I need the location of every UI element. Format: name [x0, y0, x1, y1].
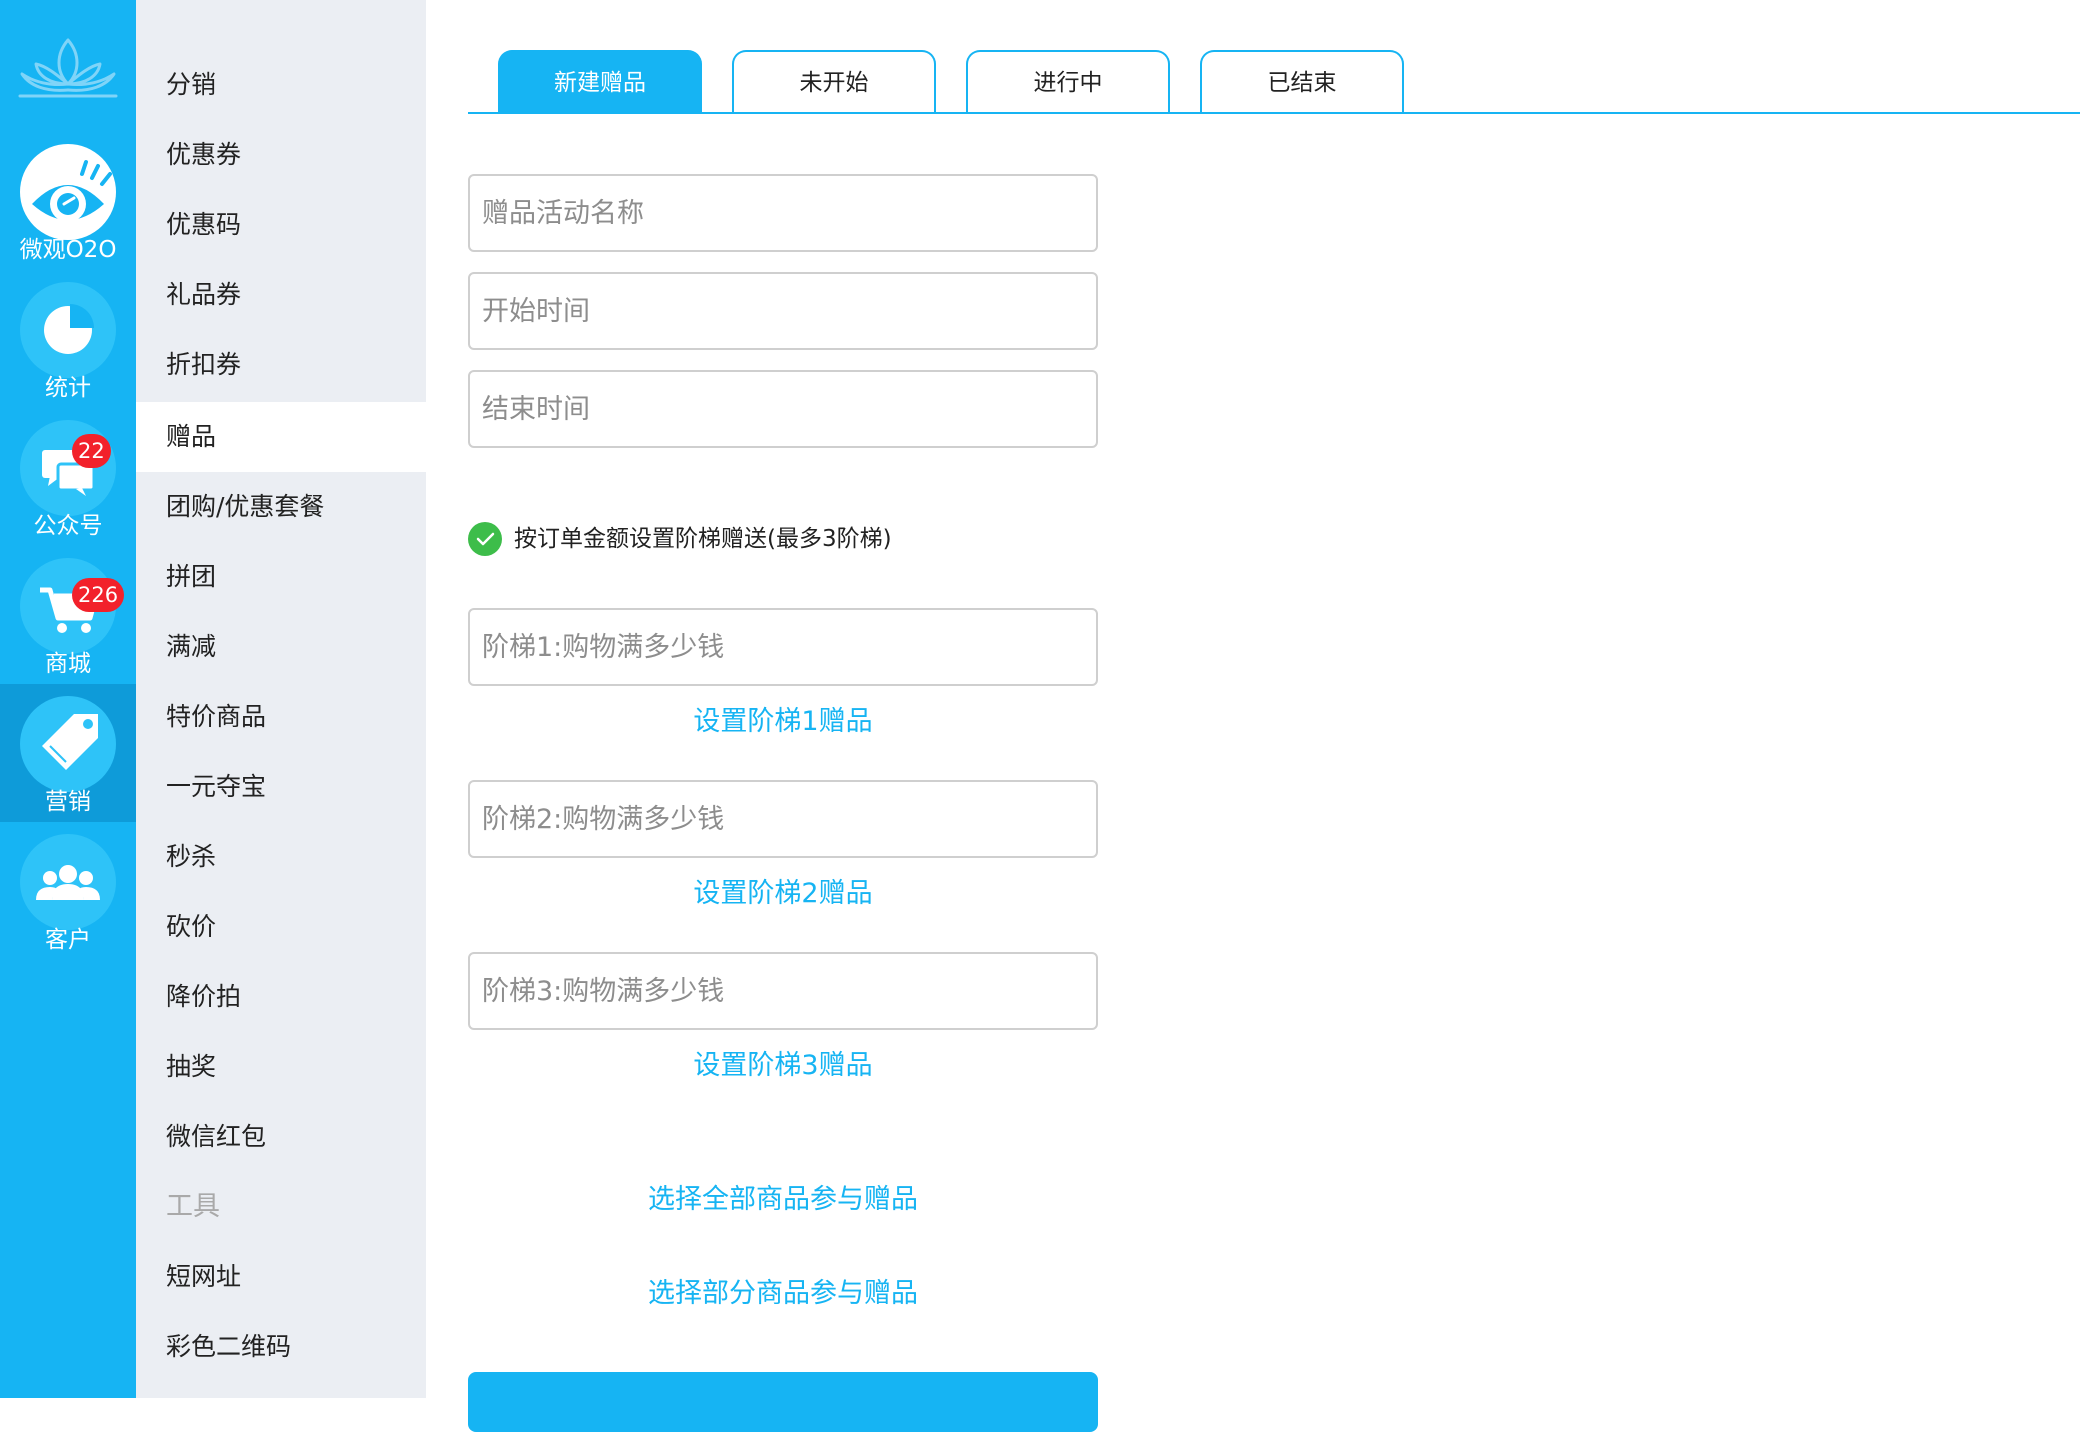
menu-group-tools: 工具	[166, 1191, 220, 1222]
rail-label: 营销	[45, 789, 91, 815]
menu-item-discount[interactable]: 折扣券	[136, 330, 426, 400]
menu-item-one-yuan[interactable]: 一元夺宝	[136, 752, 426, 822]
menu-item-lottery[interactable]: 抽奖	[136, 1032, 426, 1102]
menu-item-full-reduction[interactable]: 满减	[136, 612, 426, 682]
rail-item-official-account[interactable]: 22 公众号	[0, 408, 136, 546]
menu-item-giveaway[interactable]: 赠品	[136, 402, 426, 472]
menu-item-color-qrcode[interactable]: 彩色二维码	[136, 1312, 426, 1382]
menu-item-flash-sale[interactable]: 秒杀	[136, 822, 426, 892]
tier-checkbox[interactable]	[468, 522, 502, 556]
set-tier-2-gift-link[interactable]: 设置阶梯2赠品	[468, 874, 1098, 914]
pie-chart-icon	[20, 282, 116, 378]
menu-item-coupon[interactable]: 优惠券	[136, 120, 426, 190]
rail-item-shop[interactable]: 226 商城	[0, 546, 136, 684]
primary-nav-rail: 微观O2O 统计 22 公众号 226 商城 营销 客户	[0, 0, 136, 1398]
menu-item-coupon-code[interactable]: 优惠码	[136, 190, 426, 260]
tab-new-giveaway[interactable]: 新建赠品	[498, 50, 702, 113]
menu-item-red-packet[interactable]: 微信红包	[136, 1102, 426, 1172]
tier-3-amount-input[interactable]	[468, 952, 1098, 1030]
rail-item-customers[interactable]: 客户	[0, 822, 136, 960]
menu-item-short-url[interactable]: 短网址	[136, 1242, 426, 1312]
tab-in-progress[interactable]: 进行中	[966, 50, 1170, 113]
users-icon	[20, 834, 116, 930]
eye-icon	[20, 144, 116, 240]
set-tier-1-gift-link[interactable]: 设置阶梯1赠品	[468, 702, 1098, 742]
rail-item-o2o[interactable]: 微观O2O	[0, 132, 136, 270]
rail-label: 公众号	[33, 513, 103, 539]
order-badge: 226	[72, 578, 125, 612]
start-time-input[interactable]	[468, 272, 1098, 350]
menu-item-pintuan[interactable]: 拼团	[136, 542, 426, 612]
rail-label: 微观O2O	[19, 237, 117, 263]
tier-1-amount-input[interactable]	[468, 608, 1098, 686]
rail-item-marketing[interactable]: 营销	[0, 684, 136, 822]
chat-bubbles-icon	[20, 420, 116, 516]
lotus-logo-icon	[18, 38, 118, 98]
menu-item-bargain[interactable]: 砍价	[136, 892, 426, 962]
rail-label: 商城	[45, 651, 91, 677]
menu-item-distribution[interactable]: 分销	[136, 50, 426, 120]
end-time-input[interactable]	[468, 370, 1098, 448]
tab-ended[interactable]: 已结束	[1200, 50, 1404, 113]
select-part-products-link[interactable]: 选择部分商品参与赠品	[468, 1274, 1098, 1314]
activity-name-input[interactable]	[468, 174, 1098, 252]
menu-item-gift-voucher[interactable]: 礼品券	[136, 260, 426, 330]
menu-item-special-price[interactable]: 特价商品	[136, 682, 426, 752]
set-tier-3-gift-link[interactable]: 设置阶梯3赠品	[468, 1046, 1098, 1086]
tabs-underline	[468, 112, 2080, 114]
rail-item-stats[interactable]: 统计	[0, 270, 136, 408]
submit-button[interactable]	[468, 1372, 1098, 1432]
tier-checkbox-label: 按订单金额设置阶梯赠送(最多3阶梯)	[514, 526, 892, 552]
unread-badge: 22	[72, 434, 111, 468]
menu-item-group-buy[interactable]: 团购/优惠套餐	[136, 472, 426, 542]
price-tag-icon	[20, 696, 116, 792]
rail-label: 客户	[45, 927, 91, 953]
menu-item-price-drop[interactable]: 降价拍	[136, 962, 426, 1032]
rail-label: 统计	[45, 375, 91, 401]
tier-2-amount-input[interactable]	[468, 780, 1098, 858]
secondary-menu: 分销 优惠券 优惠码 礼品券 折扣券 赠品 团购/优惠套餐 拼团 满减 特价商品…	[136, 0, 426, 1398]
select-all-products-link[interactable]: 选择全部商品参与赠品	[468, 1180, 1098, 1220]
tab-not-started[interactable]: 未开始	[732, 50, 936, 113]
checkmark-icon	[476, 532, 495, 546]
